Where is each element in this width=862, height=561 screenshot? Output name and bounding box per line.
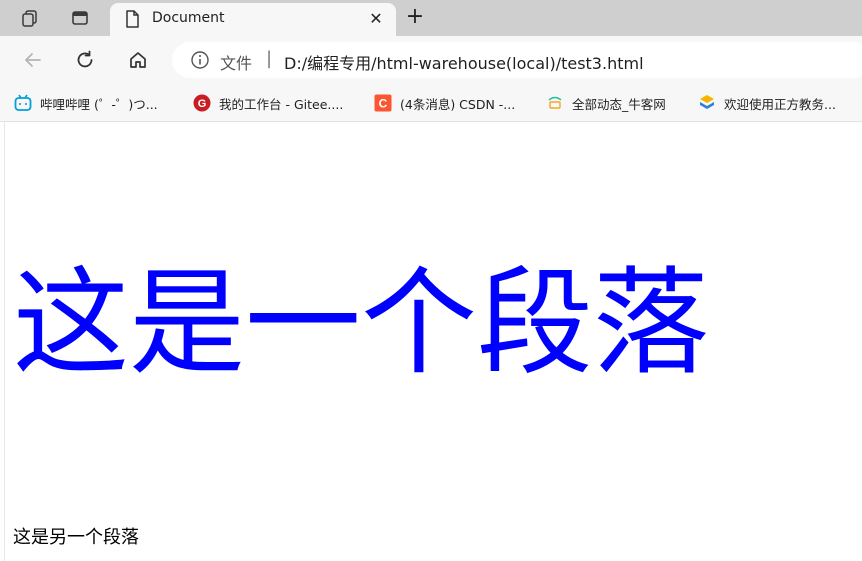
- gitee-icon: G: [193, 94, 211, 112]
- bookmark-zhengfang[interactable]: 欢迎使用正方教务...: [698, 93, 836, 113]
- address-url[interactable]: D:/编程专用/html-warehouse(local)/test3.html: [284, 50, 644, 74]
- svg-text:C: C: [379, 97, 388, 111]
- new-tab-button[interactable]: +: [403, 6, 427, 30]
- bookmark-gitee[interactable]: G 我的工作台 - Gitee....: [193, 93, 343, 113]
- bilibili-icon: [14, 94, 32, 112]
- home-button[interactable]: [125, 47, 151, 73]
- tab-title: Document: [152, 10, 225, 26]
- bookmark-nowcoder[interactable]: 全部动态_牛客网: [546, 93, 666, 113]
- workspaces-icon[interactable]: [18, 6, 42, 30]
- info-icon[interactable]: [190, 50, 210, 70]
- tab-actions-icon[interactable]: [68, 6, 92, 30]
- close-icon[interactable]: ✕: [364, 6, 388, 30]
- bookmark-csdn[interactable]: C (4条消息) CSDN -...: [374, 93, 515, 113]
- bookmarks-bar: 哔哩哔哩 (゜-゜)つ... G 我的工作台 - Gitee.... C (4条…: [0, 84, 862, 122]
- document-icon: [122, 9, 142, 29]
- address-separator: |: [266, 48, 273, 69]
- address-scheme: 文件: [220, 54, 253, 73]
- heading-paragraph: 这是一个段落: [13, 256, 709, 391]
- home-icon: [130, 52, 146, 68]
- bookmark-label: 全部动态_牛客网: [572, 96, 666, 112]
- tab-bar: Document ✕ +: [0, 0, 862, 36]
- page-viewport: 这是一个段落 这是另一个段落: [4, 122, 862, 561]
- address-bar[interactable]: 文件 | D:/编程专用/html-warehouse(local)/test3…: [172, 42, 862, 78]
- tab-document[interactable]: Document ✕: [110, 3, 396, 36]
- bookmark-bilibili[interactable]: 哔哩哔哩 (゜-゜)つ...: [14, 93, 158, 113]
- bookmark-label: 欢迎使用正方教务...: [724, 96, 836, 112]
- arrow-left-icon: [25, 53, 41, 67]
- refresh-icon: [77, 50, 93, 68]
- navigation-toolbar: 文件 | D:/编程专用/html-warehouse(local)/test3…: [0, 36, 862, 84]
- back-button[interactable]: [20, 47, 46, 73]
- nowcoder-icon: [546, 94, 564, 112]
- bookmark-label: 我的工作台 - Gitee....: [219, 96, 344, 112]
- bookmark-label: 哔哩哔哩 (゜-゜)つ...: [40, 96, 158, 112]
- paragraph: 这是另一个段落: [13, 527, 139, 548]
- csdn-icon: C: [374, 94, 392, 112]
- bookmark-label: (4条消息) CSDN -...: [400, 96, 516, 112]
- svg-text:G: G: [198, 98, 207, 110]
- refresh-button[interactable]: [72, 47, 98, 73]
- zhengfang-icon: [698, 94, 716, 112]
